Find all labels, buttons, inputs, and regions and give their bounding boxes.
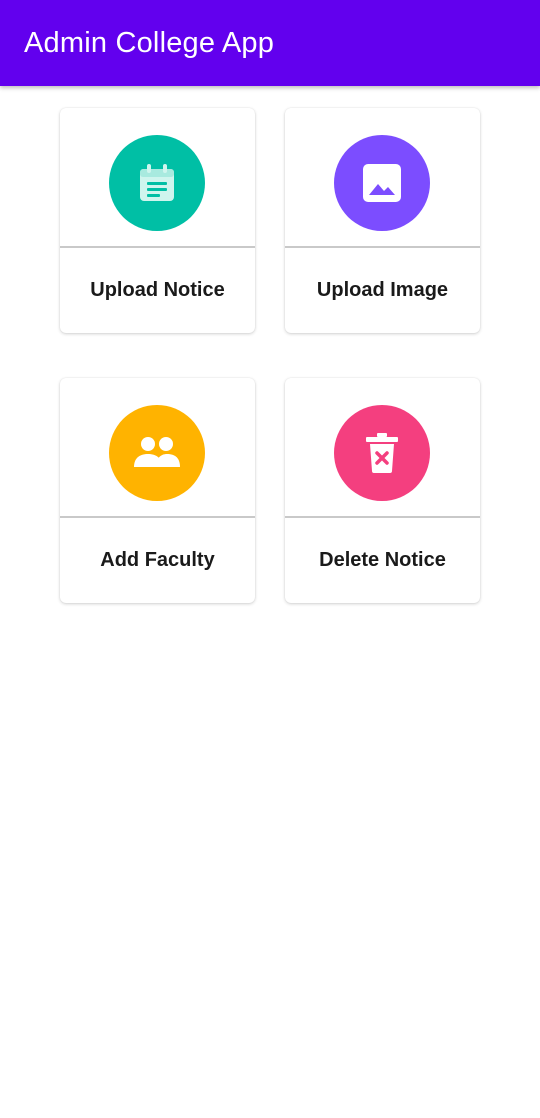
notice-icon <box>140 164 174 201</box>
people-icon <box>134 437 180 467</box>
delete-notice-label: Delete Notice <box>319 549 446 571</box>
add-faculty-label: Add Faculty <box>100 549 215 571</box>
card-icon-area <box>285 108 480 246</box>
delete-icon-circle <box>334 405 430 501</box>
app-bar: Admin College App <box>0 0 540 86</box>
upload-image-label: Upload Image <box>316 279 449 301</box>
card-icon-area <box>285 378 480 516</box>
delete-notice-card[interactable]: Delete Notice <box>285 378 480 603</box>
app-title: Admin College App <box>24 26 275 59</box>
people-icon-circle <box>109 405 205 501</box>
upload-notice-label: Upload Notice <box>90 279 225 301</box>
add-faculty-card[interactable]: Add Faculty <box>60 378 255 603</box>
upload-notice-card[interactable]: Upload Notice <box>60 108 255 333</box>
upload-image-card[interactable]: Upload Image <box>285 108 480 333</box>
notice-icon-circle <box>109 135 205 231</box>
image-icon-circle <box>334 135 430 231</box>
delete-icon <box>366 433 398 473</box>
card-icon-area <box>60 378 255 516</box>
card-icon-area <box>60 108 255 246</box>
image-icon <box>363 164 401 202</box>
